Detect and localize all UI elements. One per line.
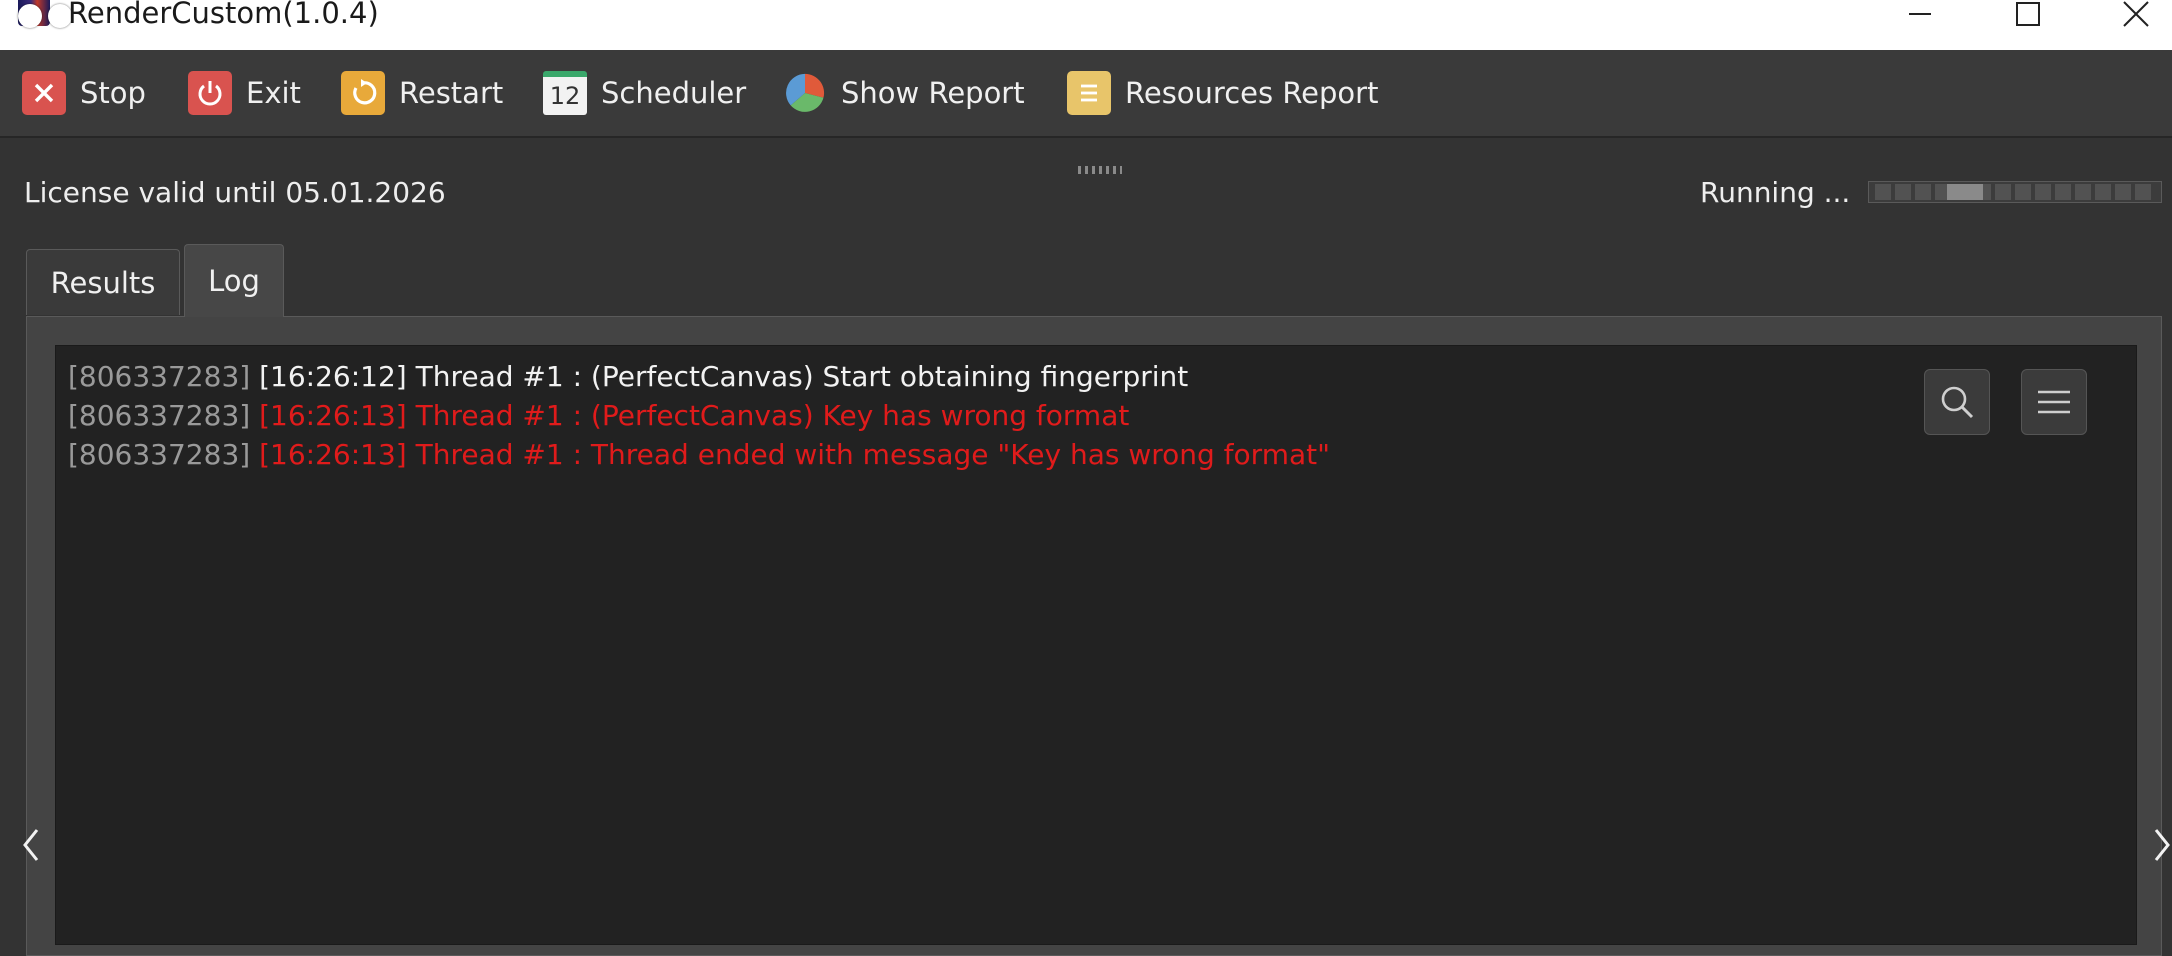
restart-button[interactable]: Restart [341, 70, 503, 116]
stop-icon [22, 71, 66, 115]
log-line: [806337283] [16:26:12] Thread #1 : (Perf… [68, 360, 1188, 393]
log-line: [806337283] [16:26:13] Thread #1 : Threa… [68, 438, 1330, 471]
show-report-button[interactable]: Show Report [783, 70, 1025, 116]
restart-label: Restart [399, 76, 504, 110]
maximize-icon [2016, 2, 2040, 26]
scheduler-label: Scheduler [601, 76, 747, 110]
log-line: [806337283] [16:26:13] Thread #1 : (Perf… [68, 399, 1129, 432]
next-arrow[interactable] [2152, 820, 2172, 870]
search-button[interactable] [1924, 369, 1990, 435]
stop-button[interactable]: Stop [22, 70, 146, 116]
log-line-id: [806337283] [68, 360, 251, 393]
exit-button[interactable]: Exit [188, 70, 301, 116]
minimize-icon [1909, 13, 1931, 15]
close-icon [2123, 1, 2149, 27]
close-button[interactable] [2104, 0, 2168, 32]
progress-bar [1868, 181, 2162, 203]
show-report-label: Show Report [841, 76, 1025, 110]
resources-report-label: Resources Report [1125, 76, 1379, 110]
scheduler-button[interactable]: 12 Scheduler [543, 70, 746, 116]
power-icon [188, 71, 232, 115]
chevron-right-icon [2154, 829, 2170, 861]
menu-icon [2038, 390, 2070, 414]
restart-icon [341, 71, 385, 115]
log-line-message: [16:26:13] Thread #1 : (PerfectCanvas) K… [259, 399, 1130, 432]
search-icon [1941, 386, 1974, 419]
tab-log[interactable]: Log [184, 244, 284, 317]
log-line-id: [806337283] [68, 438, 251, 471]
toolbar: Stop Exit Restart 12 Scheduler Show Repo… [0, 50, 2172, 138]
splitter-grip[interactable] [1078, 166, 1122, 174]
tab-results[interactable]: Results [26, 249, 180, 315]
chevron-left-icon [23, 829, 39, 861]
log-line-message: [16:26:12] Thread #1 : (PerfectCanvas) S… [259, 360, 1189, 393]
log-line-id: [806337283] [68, 399, 251, 432]
document-icon [1067, 71, 1111, 115]
window-title: RenderCustom(1.0.4) [68, 0, 379, 30]
calendar-icon: 12 [543, 71, 587, 115]
running-status: Running ... [1700, 176, 1851, 209]
exit-label: Exit [246, 76, 301, 110]
previous-arrow[interactable] [16, 820, 46, 870]
resources-report-button[interactable]: Resources Report [1067, 70, 1378, 116]
maximize-button[interactable] [1996, 0, 2060, 32]
log-line-message: [16:26:13] Thread #1 : Thread ended with… [259, 438, 1330, 471]
title-bar: RenderCustom(1.0.4) [0, 0, 2172, 50]
menu-button[interactable] [2021, 369, 2087, 435]
log-panel[interactable]: [806337283] [16:26:12] Thread #1 : (Perf… [55, 345, 2137, 945]
minimize-button[interactable] [1888, 0, 1952, 32]
app-icon [14, 0, 72, 32]
license-status: License valid until 05.01.2026 [24, 176, 446, 209]
pie-chart-icon [783, 71, 827, 115]
stop-label: Stop [80, 76, 146, 110]
